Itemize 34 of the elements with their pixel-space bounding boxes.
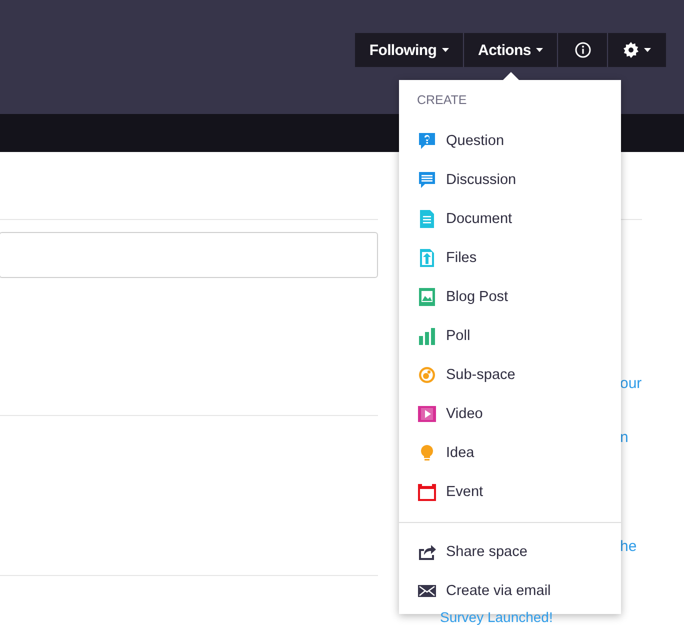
calendar-icon (418, 482, 436, 500)
nav-dropdown-button[interactable]: Actions (464, 33, 557, 67)
caret-icon (536, 48, 543, 52)
menu-item[interactable]: Poll (399, 316, 621, 355)
info-button[interactable] (558, 33, 607, 67)
settings-button[interactable] (608, 33, 666, 67)
image-document-icon (418, 288, 436, 306)
caret-icon (442, 48, 449, 52)
menu-item[interactable]: Share space (399, 532, 621, 571)
menu-item[interactable]: Question (399, 121, 621, 160)
menu-item[interactable]: Discussion (399, 160, 621, 199)
menu-item[interactable]: Idea (399, 433, 621, 472)
menu-item[interactable]: Video (399, 394, 621, 433)
settings-icon (623, 42, 639, 58)
menu-item[interactable]: Blog Post (399, 277, 621, 316)
input-field[interactable] (0, 232, 378, 278)
question-bubble-icon (418, 132, 436, 150)
menu-heading: CREATE (416, 92, 468, 109)
menu-item[interactable]: Create via email (399, 571, 621, 610)
menu-item[interactable]: Document (399, 199, 621, 238)
orbit-circle-icon (418, 366, 436, 384)
nav-dropdown-button[interactable]: Following (355, 33, 463, 67)
chat-bubble-icon (418, 170, 436, 188)
menu-item[interactable]: Event (399, 472, 621, 511)
info-icon (574, 42, 590, 58)
document-icon (418, 210, 436, 228)
upload-file-icon (418, 248, 436, 266)
caret-icon (644, 48, 651, 52)
film-play-icon (418, 404, 436, 422)
bar-chart-icon (418, 326, 436, 344)
share-arrow-icon (418, 542, 436, 560)
menu-item[interactable]: Sub-space (399, 355, 621, 394)
menu-item[interactable]: Files (399, 238, 621, 277)
lightbulb-icon (418, 444, 436, 462)
